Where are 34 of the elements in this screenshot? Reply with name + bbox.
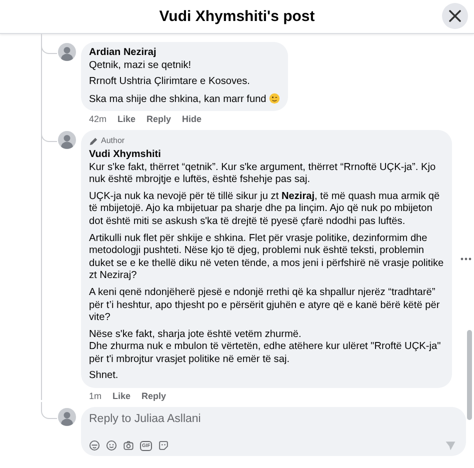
more-icon[interactable] (460, 257, 472, 262)
comment-action-link[interactable]: Reply (146, 114, 172, 124)
comment-text: Artikulli nuk flet për shkije e shkina. Flet për vrasje politike, dezinformim dhe metodologji pushteti. Nëse kjo të djeg, problemi nuk është teksti, problemin duket se e ke thellë diku në veten tënde, a mos jeni i përfshirë në vrasje politike zt Neziraj? (89, 232, 444, 282)
scrollbar[interactable] (467, 330, 472, 420)
author-name[interactable]: Vudi Xhymshiti (89, 148, 161, 162)
sticker-icon[interactable] (158, 440, 170, 452)
avatar-icon[interactable] (58, 408, 76, 426)
comment-action-link[interactable]: Reply (142, 391, 166, 402)
comment-text: UÇK-ja nuk ka nevojë për të tillë sikur ju zt Neziraj, të më quash mua armik që të mbijetojë. Ajo ka mbijetuar pa sharje dhe pa linçim. Ajo që nuk po mbijeton dot është miti se askush s'ka të drejtë të pyesë çfarë ndodhi pas luftës. (89, 190, 440, 227)
comment-action-link[interactable]: Hide (182, 114, 202, 124)
comment-text: Ska ma shije dhe shkina, kan marr fund (89, 94, 266, 105)
comment-text: Nëse s'ke fakt, sharja jote është vetëm zhurmë. Dhe zhurma nuk e mbulon të vërtetën, edhe atëhere kur ulëret "Rroftë UÇK-ja" për t'i mbrojtur vrasjet politike në emër të saj. (89, 328, 441, 365)
post-title: Vudi Xhymshiti's post (159, 8, 315, 25)
author-name[interactable]: Ardian Neziraj (89, 47, 156, 60)
comment-action-link[interactable]: Like (118, 114, 136, 124)
comment-time[interactable]: 42m (89, 114, 107, 124)
reply-field[interactable]: Reply to Juliaa Asllani (89, 413, 456, 426)
comment-time[interactable]: 1m (89, 391, 102, 402)
camera-icon[interactable] (123, 440, 134, 452)
avatar-sticker-icon[interactable] (89, 440, 100, 452)
avatar-icon[interactable] (58, 43, 76, 61)
comment-text: Kur s'ke fakt, thërret “qetnik”. Kur s'ke argument, thërret “Rrnoftë UÇK-ja”. Kjo nuk është mbrojtje e luftës, është fshehje pas saj. (89, 162, 436, 186)
pencil-icon (89, 137, 98, 146)
comment-action-link[interactable]: Like (112, 391, 131, 402)
comment-text: A keni qenë ndonjëherë pjesë e ndonjë rrethi që ka shpallur njerëz “tradhtarë” për t’i heshtur, apo thjesht po e përsërit gjuhën e atyre që e kanë bërë këtë për vite? (89, 286, 440, 324)
close-icon[interactable] (449, 10, 461, 22)
thread-connector (41, 402, 57, 420)
avatar-icon[interactable] (58, 131, 76, 150)
emoji-icon[interactable] (106, 440, 117, 452)
comment-text: Rrnoft Ushtria Çlirimtare e Kosoves. (89, 76, 250, 88)
close-button[interactable] (442, 3, 468, 29)
comment-text: Qetnik, mazi se qetnik! (89, 60, 192, 71)
comment-text: Shnet. (89, 370, 118, 382)
author-label: Author (101, 135, 125, 148)
